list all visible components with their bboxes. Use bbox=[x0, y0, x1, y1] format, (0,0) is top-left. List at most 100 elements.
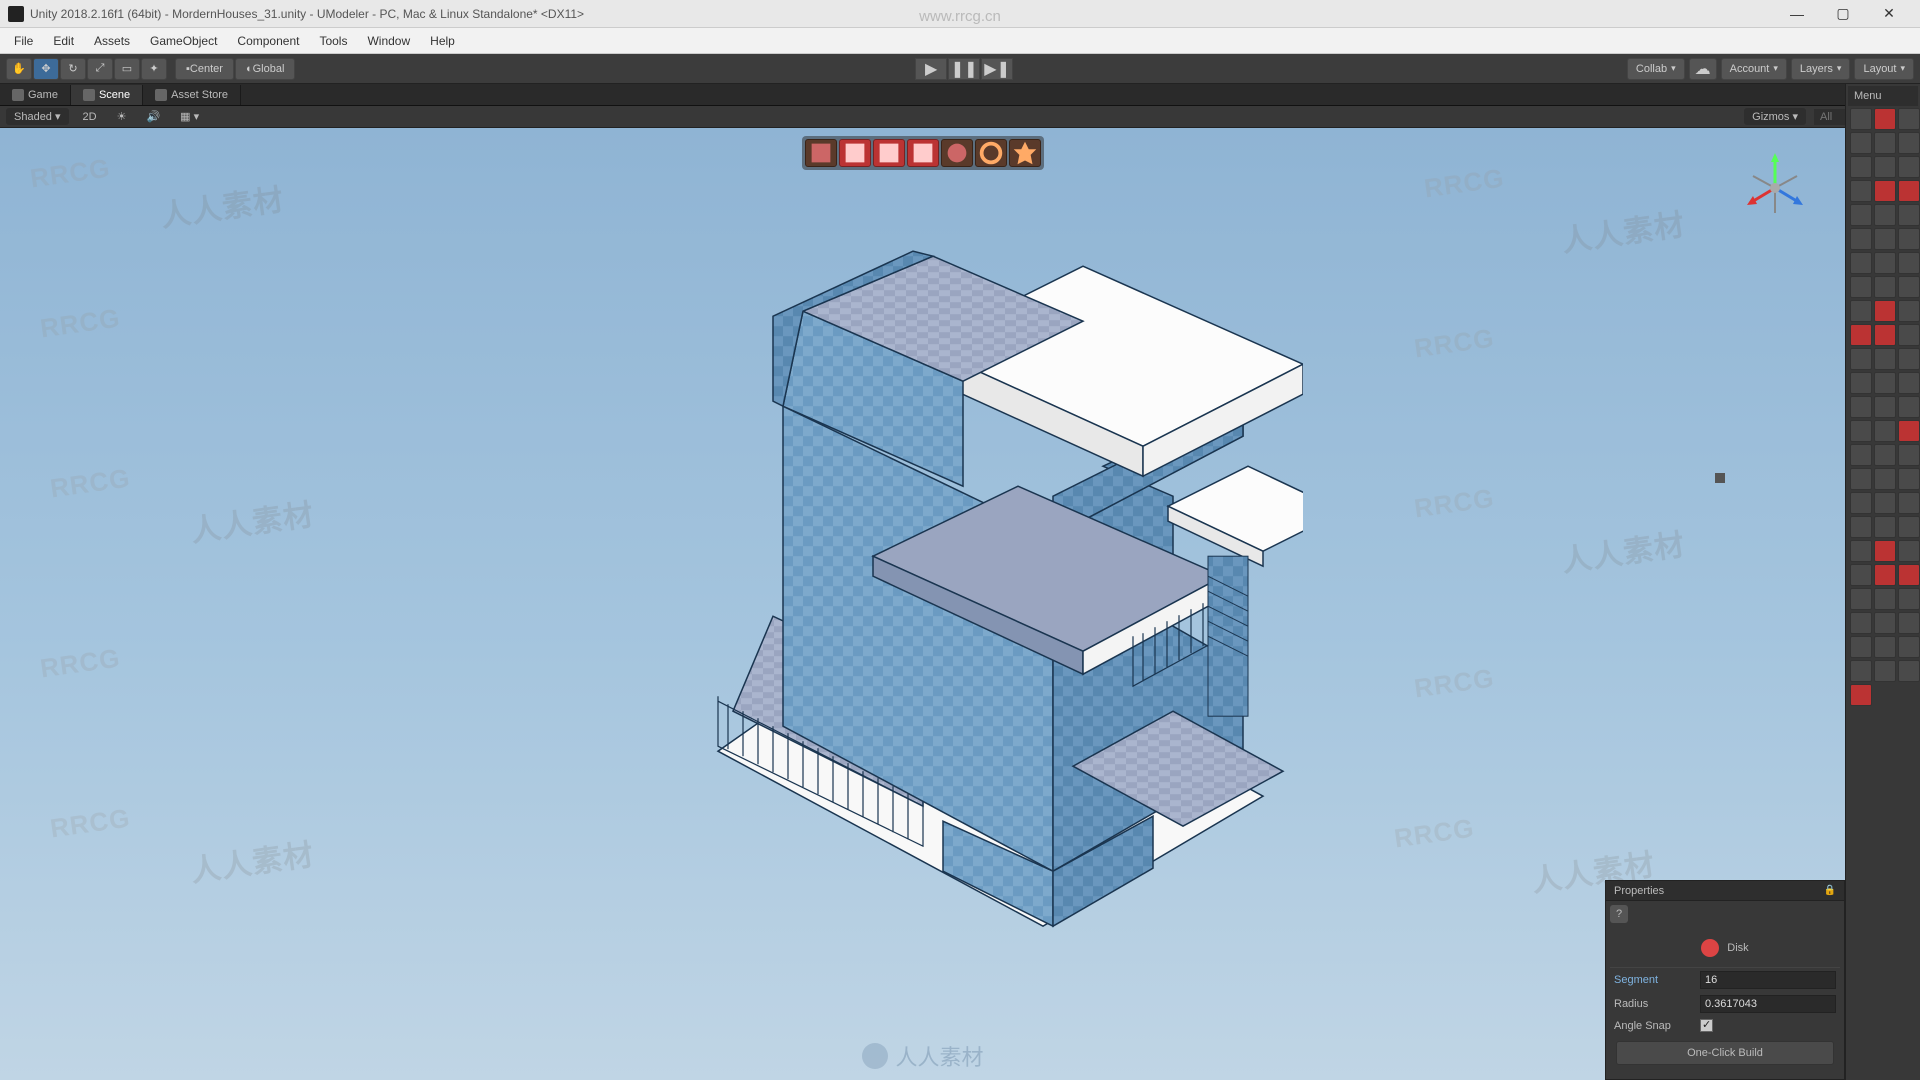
um-tool-1[interactable] bbox=[805, 139, 837, 167]
local-global-toggle[interactable]: ◐ Global bbox=[235, 58, 295, 80]
tool-cell[interactable] bbox=[1874, 132, 1896, 154]
tool-cell[interactable] bbox=[1850, 180, 1872, 202]
tool-cell[interactable] bbox=[1874, 660, 1896, 682]
tool-cell[interactable] bbox=[1850, 636, 1872, 658]
tool-cell[interactable] bbox=[1850, 396, 1872, 418]
tool-cell[interactable] bbox=[1850, 156, 1872, 178]
tool-cell[interactable] bbox=[1850, 492, 1872, 514]
3d-model-house[interactable] bbox=[543, 206, 1303, 971]
menu-gameobject[interactable]: GameObject bbox=[140, 30, 227, 52]
shading-mode-dropdown[interactable]: Shaded bbox=[6, 108, 69, 125]
tool-cell[interactable] bbox=[1874, 348, 1896, 370]
hand-tool[interactable]: ✋ bbox=[6, 58, 32, 80]
tool-cell[interactable] bbox=[1874, 612, 1896, 634]
tool-cell[interactable] bbox=[1850, 444, 1872, 466]
tool-cell[interactable] bbox=[1874, 156, 1896, 178]
tool-cell[interactable] bbox=[1898, 540, 1920, 562]
tool-cell[interactable] bbox=[1874, 420, 1896, 442]
um-tool-4[interactable] bbox=[907, 139, 939, 167]
tool-cell[interactable] bbox=[1874, 492, 1896, 514]
tool-cell[interactable] bbox=[1850, 612, 1872, 634]
tool-cell[interactable] bbox=[1874, 228, 1896, 250]
tool-cell[interactable] bbox=[1874, 108, 1896, 130]
tool-cell[interactable] bbox=[1898, 492, 1920, 514]
segment-input[interactable]: 16 bbox=[1700, 971, 1836, 989]
um-tool-5[interactable] bbox=[941, 139, 973, 167]
menu-help[interactable]: Help bbox=[420, 30, 465, 52]
tool-cell[interactable] bbox=[1898, 300, 1920, 322]
tool-cell[interactable] bbox=[1898, 612, 1920, 634]
tool-cell[interactable] bbox=[1898, 636, 1920, 658]
account-dropdown[interactable]: Account bbox=[1721, 58, 1787, 80]
tool-cell[interactable] bbox=[1850, 228, 1872, 250]
tool-cell[interactable] bbox=[1874, 300, 1896, 322]
rotate-tool[interactable]: ↻ bbox=[60, 58, 86, 80]
tool-cell[interactable] bbox=[1850, 420, 1872, 442]
tab-scene[interactable]: Scene bbox=[71, 85, 143, 105]
one-click-build-button[interactable]: One-Click Build bbox=[1616, 1041, 1834, 1065]
menu-edit[interactable]: Edit bbox=[43, 30, 84, 52]
tool-cell[interactable] bbox=[1850, 660, 1872, 682]
tool-cell[interactable] bbox=[1874, 372, 1896, 394]
tool-cell[interactable] bbox=[1874, 588, 1896, 610]
tool-cell[interactable] bbox=[1874, 516, 1896, 538]
um-tool-2[interactable] bbox=[839, 139, 871, 167]
gizmos-dropdown[interactable]: Gizmos ▾ bbox=[1744, 108, 1806, 125]
tab-asset-store[interactable]: Asset Store bbox=[143, 85, 241, 105]
tool-cell[interactable] bbox=[1898, 324, 1920, 346]
um-tool-3[interactable] bbox=[873, 139, 905, 167]
angle-snap-checkbox[interactable] bbox=[1700, 1019, 1713, 1032]
step-button[interactable]: ▶❚ bbox=[981, 58, 1013, 80]
tool-cell[interactable] bbox=[1874, 468, 1896, 490]
tool-cell[interactable] bbox=[1874, 324, 1896, 346]
tool-cell[interactable] bbox=[1850, 324, 1872, 346]
tool-cell[interactable] bbox=[1874, 444, 1896, 466]
tool-cell[interactable] bbox=[1898, 108, 1920, 130]
tool-cell[interactable] bbox=[1898, 228, 1920, 250]
tool-cell[interactable] bbox=[1850, 204, 1872, 226]
orientation-gizmo[interactable] bbox=[1735, 148, 1815, 228]
close-button[interactable]: ✕ bbox=[1866, 0, 1912, 28]
menu-assets[interactable]: Assets bbox=[84, 30, 140, 52]
um-settings-icon[interactable] bbox=[975, 139, 1007, 167]
tool-cell[interactable] bbox=[1898, 276, 1920, 298]
tool-cell[interactable] bbox=[1898, 252, 1920, 274]
tool-cell[interactable] bbox=[1874, 564, 1896, 586]
tool-cell[interactable] bbox=[1898, 396, 1920, 418]
minimize-button[interactable]: — bbox=[1774, 0, 1820, 28]
transform-tool[interactable]: ✦ bbox=[141, 58, 167, 80]
menu-tools[interactable]: Tools bbox=[309, 30, 357, 52]
tool-cell[interactable] bbox=[1898, 516, 1920, 538]
pivot-center-toggle[interactable]: ▪ Center bbox=[175, 58, 234, 80]
tool-cell[interactable] bbox=[1898, 444, 1920, 466]
tool-cell[interactable] bbox=[1874, 252, 1896, 274]
tool-cell[interactable] bbox=[1850, 276, 1872, 298]
tool-cell[interactable] bbox=[1898, 420, 1920, 442]
audio-toggle[interactable]: 🔊 bbox=[140, 108, 166, 125]
tool-cell[interactable] bbox=[1874, 204, 1896, 226]
tool-cell[interactable] bbox=[1898, 564, 1920, 586]
tool-cell[interactable] bbox=[1850, 540, 1872, 562]
tool-cell[interactable] bbox=[1850, 588, 1872, 610]
radius-input[interactable]: 0.3617043 bbox=[1700, 995, 1836, 1013]
tool-cell[interactable] bbox=[1898, 372, 1920, 394]
maximize-button[interactable]: ▢ bbox=[1820, 0, 1866, 28]
scene-viewport[interactable]: RRCG 人人素材 RRCG RRCG 人人素材 RRCG RRCG 人人素材 … bbox=[0, 128, 1845, 1080]
tool-cell[interactable] bbox=[1874, 636, 1896, 658]
collab-dropdown[interactable]: Collab bbox=[1627, 58, 1685, 80]
tool-cell[interactable] bbox=[1850, 108, 1872, 130]
um-tool-7[interactable] bbox=[1009, 139, 1041, 167]
tool-cell[interactable] bbox=[1850, 468, 1872, 490]
tool-cell[interactable] bbox=[1850, 372, 1872, 394]
tool-cell[interactable] bbox=[1898, 468, 1920, 490]
effects-toggle[interactable]: ▦ ▾ bbox=[174, 108, 205, 125]
menu-component[interactable]: Component bbox=[227, 30, 309, 52]
tool-cell[interactable] bbox=[1850, 132, 1872, 154]
tool-cell[interactable] bbox=[1898, 588, 1920, 610]
tool-cell[interactable] bbox=[1898, 180, 1920, 202]
tool-cell[interactable] bbox=[1850, 252, 1872, 274]
menu-window[interactable]: Window bbox=[357, 30, 420, 52]
tool-cell[interactable] bbox=[1898, 204, 1920, 226]
cloud-button[interactable]: ☁ bbox=[1689, 58, 1717, 80]
tool-cell[interactable] bbox=[1850, 684, 1872, 706]
